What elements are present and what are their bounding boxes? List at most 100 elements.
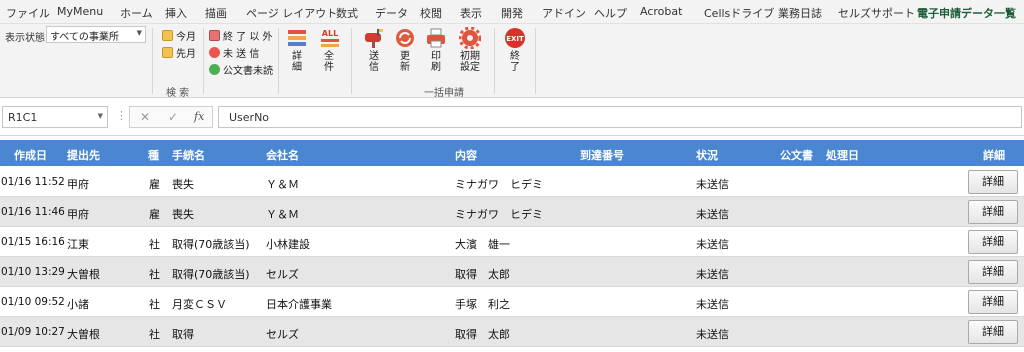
ribbon: 表示状態 すべての事業所 ▼ 今月 先月 終 了 以 外 未 送 信 公文書未読 <box>0 24 1024 99</box>
header-kind: 種 <box>148 149 159 162</box>
printer-icon <box>425 27 447 49</box>
tab-view[interactable]: 表示 <box>460 5 482 21</box>
svg-text:EXIT: EXIT <box>506 35 524 43</box>
cell-status: 未送信 <box>696 238 729 251</box>
cell-kind: 雇 <box>149 178 160 191</box>
cancel-icon[interactable]: ✕ <box>140 110 150 124</box>
refresh-label: 更新 <box>400 51 410 73</box>
header-arrival-number: 到達番号 <box>580 149 624 162</box>
ribbon-tab-bar: ファイル MyMenu ホーム 挿入 描画 ページ レイアウト 数式 データ 校… <box>0 0 1024 27</box>
table-row[interactable]: 01/16 11:52 甲府 雇 喪失 Ｙ＆Ｍ ミナガワ ヒデミ 未送信 詳細 <box>0 167 1024 197</box>
name-box[interactable]: R1C1 ▼ <box>2 106 108 128</box>
formula-buttons: ✕ ✓ fx <box>129 106 213 128</box>
header-official-document: 公文書 <box>780 149 813 162</box>
table-row[interactable]: 01/16 11:46 甲府 雇 喪失 Ｙ＆Ｍ ミナガワ ヒデミ 未送信 詳細 <box>0 197 1024 227</box>
header-procedure: 手続名 <box>172 149 205 162</box>
cell-company: Ｙ＆Ｍ <box>266 208 299 221</box>
not-finished-label: 終 了 以 外 <box>223 32 273 43</box>
this-month-button[interactable]: 今月 <box>162 28 196 43</box>
tab-developer[interactable]: 開発 <box>501 5 523 21</box>
header-detail: 詳細 <box>983 149 1005 162</box>
document-icon <box>209 64 220 75</box>
detail-view-label: 詳細 <box>292 51 302 73</box>
detail-button[interactable]: 詳細 <box>968 200 1018 224</box>
cell-destination: 小諸 <box>67 298 89 311</box>
tab-file[interactable]: ファイル <box>6 5 50 21</box>
not-sent-filter-button[interactable]: 未 送 信 <box>209 45 259 60</box>
tab-addins[interactable]: アドイン <box>542 5 586 21</box>
cell-destination: 甲府 <box>67 178 89 191</box>
cell-kind: 社 <box>149 328 160 341</box>
tab-review[interactable]: 校閲 <box>420 5 442 21</box>
cell-created: 01/09 10:27 <box>1 326 65 338</box>
formula-input[interactable]: UserNo <box>218 106 1022 128</box>
cell-kind: 社 <box>149 298 160 311</box>
cell-content: 取得 太郎 <box>455 328 510 341</box>
cell-company: セルズ <box>266 268 299 281</box>
tab-home[interactable]: ホーム <box>120 5 153 21</box>
cell-company: セルズ <box>266 328 299 341</box>
cell-kind: 社 <box>149 238 160 251</box>
calendar-icon <box>162 47 173 58</box>
ribbon-divider <box>351 28 352 94</box>
tab-page-layout[interactable]: ページ レイアウト <box>246 5 337 21</box>
insert-function-icon[interactable]: fx <box>194 110 204 123</box>
cell-created: 01/16 11:52 <box>1 176 65 188</box>
detail-button[interactable]: 詳細 <box>968 230 1018 254</box>
tab-insert[interactable]: 挿入 <box>165 5 187 21</box>
send-button[interactable]: 送信 <box>361 27 387 73</box>
refresh-button[interactable]: 更新 <box>392 27 418 73</box>
cell-procedure: 取得(70歳該当) <box>172 238 250 251</box>
table-row[interactable]: 01/10 13:29 大曽根 社 取得(70歳該当) セルズ 取得 太郎 未送… <box>0 257 1024 287</box>
status-dropdown[interactable]: すべての事業所 ▼ <box>46 26 146 43</box>
tab-mymenu[interactable]: MyMenu <box>57 5 103 18</box>
last-month-button[interactable]: 先月 <box>162 45 196 60</box>
header-created: 作成日 <box>14 149 47 162</box>
ribbon-divider <box>203 28 204 94</box>
tab-cells-support[interactable]: セルズサポート <box>838 5 915 21</box>
detail-button[interactable]: 詳細 <box>968 290 1018 314</box>
tab-help[interactable]: ヘルプ <box>594 5 627 21</box>
cell-created: 01/10 09:52 <box>1 296 65 308</box>
cell-content: ミナガワ ヒデミ <box>455 178 543 191</box>
tab-cells-drive[interactable]: Cellsドライブ <box>704 5 774 21</box>
cell-destination: 大曽根 <box>67 268 100 281</box>
tab-e-application-list[interactable]: 電子申請データ一覧 <box>915 5 1018 27</box>
unread-notice-filter-button[interactable]: 公文書未読 <box>209 62 273 77</box>
cell-status: 未送信 <box>696 208 729 221</box>
table-row[interactable]: 01/15 16:16 江東 社 取得(70歳該当) 小林建設 大濱 雄一 未送… <box>0 227 1024 257</box>
filter-grid-icon <box>209 30 220 41</box>
print-button[interactable]: 印刷 <box>423 27 449 73</box>
cell-kind: 社 <box>149 268 160 281</box>
print-label: 印刷 <box>431 51 441 73</box>
search-group-label: 検 索 <box>166 88 190 99</box>
table-row[interactable]: 01/09 10:27 大曽根 社 取得 セルズ 取得 太郎 未送信 詳細 <box>0 317 1024 347</box>
tab-acrobat[interactable]: Acrobat <box>640 5 682 18</box>
vertical-dots-icon: ⋮ <box>116 109 127 122</box>
tab-data[interactable]: データ <box>375 5 408 21</box>
cell-content: 大濱 雄一 <box>455 238 510 251</box>
cell-procedure: 喪失 <box>172 208 194 221</box>
tab-work-diary[interactable]: 業務日誌 <box>778 5 822 21</box>
detail-button[interactable]: 詳細 <box>968 320 1018 344</box>
detail-view-button[interactable]: 詳細 <box>284 27 310 73</box>
confirm-icon[interactable]: ✓ <box>168 110 178 124</box>
chevron-down-icon: ▼ <box>136 29 142 37</box>
all-items-button[interactable]: ALL 全件 <box>316 27 342 73</box>
cell-status: 未送信 <box>696 328 729 341</box>
gear-icon <box>458 26 482 50</box>
detail-button[interactable]: 詳細 <box>968 170 1018 194</box>
exit-button[interactable]: EXIT 終了 <box>502 27 528 73</box>
table-row[interactable]: 01/10 09:52 小諸 社 月変ＣＳＶ 日本介護事業 手塚 利之 未送信 … <box>0 287 1024 317</box>
this-month-label: 今月 <box>176 32 196 43</box>
not-finished-filter-button[interactable]: 終 了 以 外 <box>209 28 273 43</box>
detail-button[interactable]: 詳細 <box>968 260 1018 284</box>
initial-settings-button[interactable]: 初期 設定 <box>455 26 485 73</box>
tab-draw[interactable]: 描画 <box>205 5 227 21</box>
bulk-application-group-label: 一括申請 <box>424 88 464 99</box>
unread-notice-label: 公文書未読 <box>223 66 273 77</box>
not-sent-label: 未 送 信 <box>223 49 260 60</box>
all-items-label: 全件 <box>324 51 334 73</box>
ribbon-divider <box>152 28 153 94</box>
tab-formulas[interactable]: 数式 <box>336 5 358 21</box>
